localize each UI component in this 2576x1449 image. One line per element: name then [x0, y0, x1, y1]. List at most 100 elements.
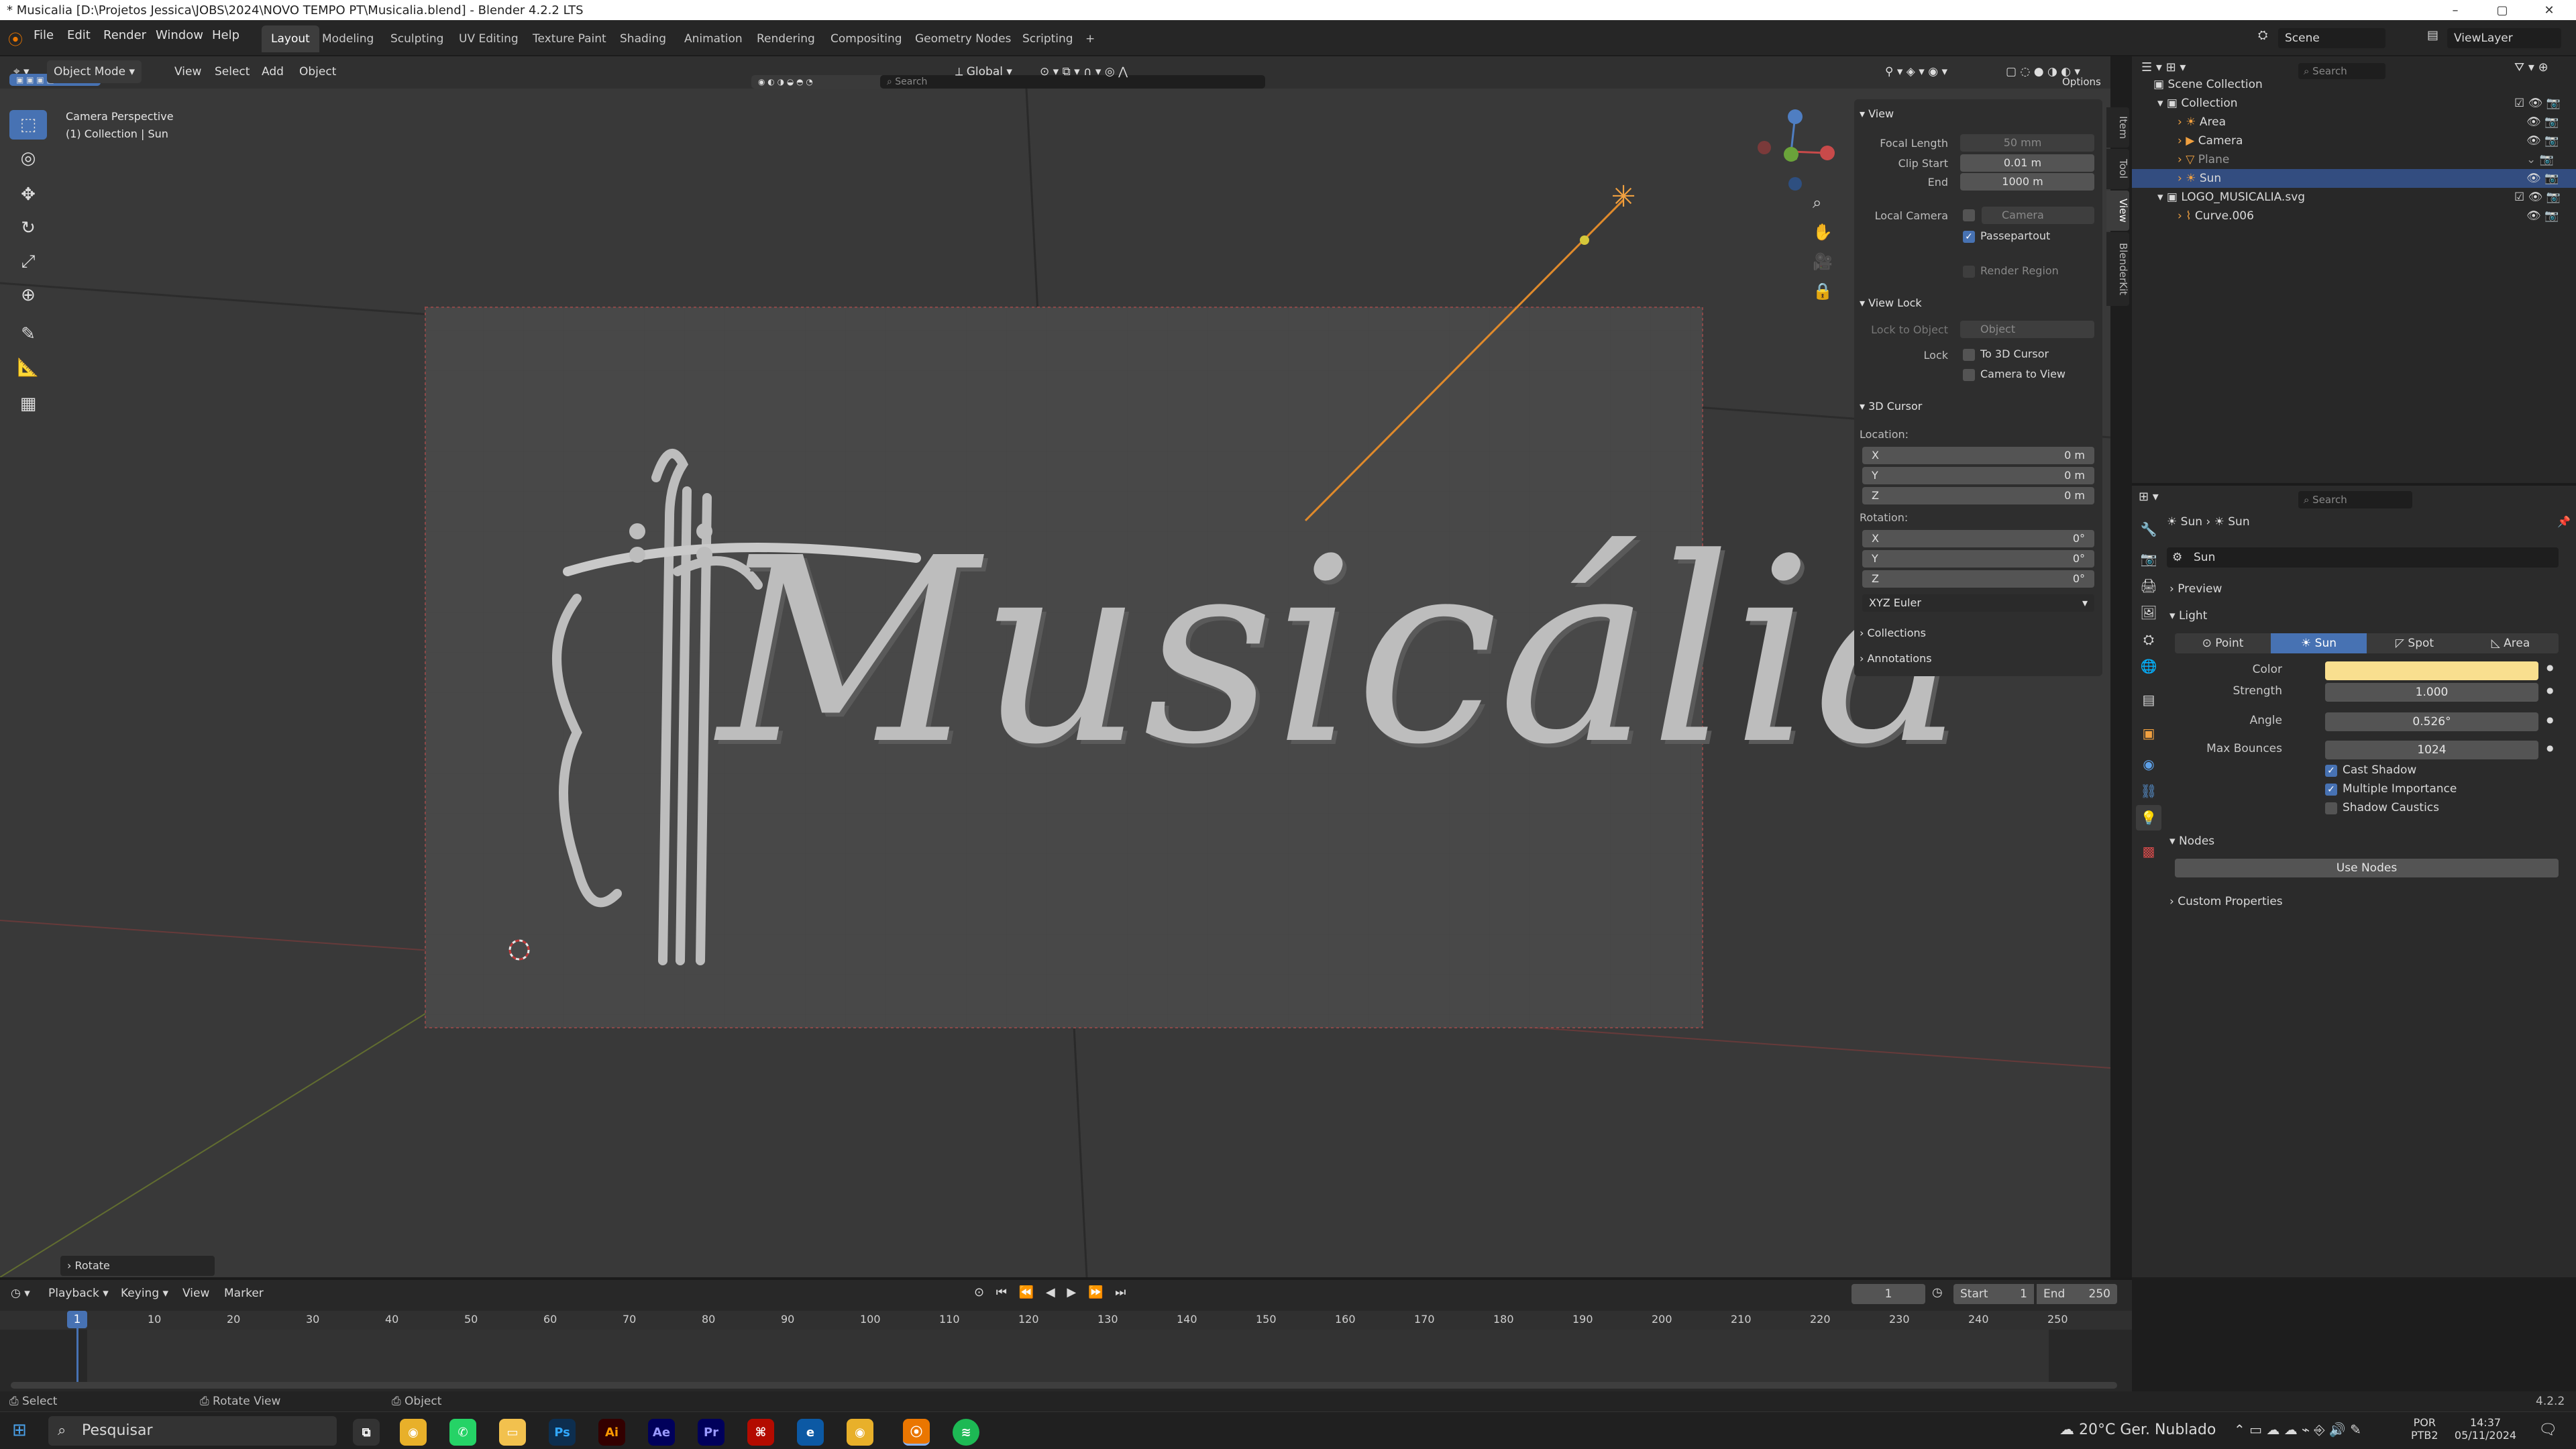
transform-orientation[interactable]: ⟂ Global ▾: [949, 60, 1019, 83]
light-type-sun[interactable]: ☀ Sun: [2271, 633, 2367, 653]
timeline-scrollbar[interactable]: [11, 1382, 2117, 1389]
texture-tab-icon[interactable]: ▩: [2136, 839, 2161, 864]
cursor-rotation-z[interactable]: Z 0°: [1862, 570, 2094, 588]
visibility-icon[interactable]: 👁 📷: [2526, 207, 2559, 225]
use-nodes-button[interactable]: Use Nodes: [2175, 859, 2559, 877]
viewport-overlay-icons[interactable]: ◉ ◐ ◑ ◒ ◓ ◔: [751, 75, 885, 89]
rotation-mode-dropdown[interactable]: XYZ Euler ▾: [1862, 594, 2094, 612]
menu-file[interactable]: File: [34, 28, 54, 42]
pan-hand-icon[interactable]: ✋: [1813, 223, 1833, 241]
move-tool-icon[interactable]: ✥: [9, 180, 47, 209]
menu-help[interactable]: Help: [212, 28, 239, 42]
notifications-icon[interactable]: 🗨: [2538, 1421, 2557, 1438]
outliner-editor-icon[interactable]: ☰ ▾ ⊞ ▾: [2141, 60, 2186, 74]
options-button[interactable]: Options: [2055, 75, 2108, 89]
keyframe-dot-icon[interactable]: ●: [2546, 686, 2553, 695]
shadow-caustics-checkbox[interactable]: [2325, 802, 2337, 814]
cursor-rotation-y[interactable]: Y 0°: [1862, 550, 2094, 568]
pin-icon[interactable]: 📌: [2557, 515, 2571, 528]
menu-window[interactable]: Window: [156, 28, 203, 42]
playback-controls[interactable]: ⊙ ⏮ ⏪ ◀ ▶ ⏩ ⏭: [974, 1285, 1130, 1299]
mode-selector[interactable]: Object Mode ▾: [47, 60, 142, 83]
strength-field[interactable]: 1.000: [2325, 683, 2538, 702]
passepartout-checkbox[interactable]: ✓: [1963, 231, 1975, 243]
frame-range-area[interactable]: [87, 1330, 2049, 1383]
custom-properties-section-header[interactable]: › Custom Properties: [2169, 895, 2283, 908]
nodes-section-header[interactable]: ▾ Nodes: [2169, 835, 2214, 848]
last-operator-panel[interactable]: › Rotate: [60, 1256, 215, 1276]
start-frame-field[interactable]: Start 1: [1953, 1284, 2034, 1304]
light-color-swatch[interactable]: [2325, 661, 2538, 680]
annotate-tool-icon[interactable]: ✎: [9, 319, 47, 349]
maximize-button[interactable]: ▢: [2482, 0, 2522, 20]
minimize-button[interactable]: –: [2435, 0, 2475, 20]
task-view-icon[interactable]: ⧉: [353, 1419, 380, 1446]
blender-taskbar-icon[interactable]: ⦿: [903, 1419, 930, 1446]
scene-collection-row[interactable]: ▣ Scene Collection: [2132, 75, 2576, 94]
illustrator-icon[interactable]: Ai: [598, 1419, 625, 1446]
scene-tab-icon[interactable]: ⛭: [2136, 627, 2161, 652]
output-tab-icon[interactable]: 🖨: [2136, 573, 2161, 598]
cursor-location-z[interactable]: Z0 m: [1862, 487, 2094, 504]
local-camera-checkbox[interactable]: [1963, 209, 1975, 221]
object-tab-icon[interactable]: ▣: [2136, 720, 2161, 746]
sidetab-tool[interactable]: Tool: [2106, 149, 2129, 189]
tab-modeling[interactable]: Modeling: [313, 25, 383, 52]
clip-start-field[interactable]: 0.01 m: [1960, 154, 2094, 172]
3d-viewport[interactable]: ✳ Musicália Camera Perspective (1) Colle…: [0, 89, 2110, 1277]
lock-icon[interactable]: 🔒: [1813, 282, 1833, 301]
acrobat-icon[interactable]: ⌘: [747, 1419, 774, 1446]
transform-tool-icon[interactable]: ⊕: [9, 280, 47, 310]
lock-to-object-field[interactable]: Object: [1960, 321, 2094, 338]
timeline-editor-icon[interactable]: ◷ ▾: [11, 1287, 30, 1300]
tool-tab-icon[interactable]: 🔧: [2136, 517, 2161, 542]
scene-selector[interactable]: Scene: [2278, 28, 2385, 48]
menu-marker[interactable]: Marker: [224, 1287, 264, 1300]
menu-render[interactable]: Render: [103, 28, 146, 42]
focal-length-field[interactable]: 50 mm: [1960, 134, 2094, 152]
menu-select[interactable]: Select: [208, 60, 256, 83]
measure-tool-icon[interactable]: 📐: [9, 353, 47, 382]
tab-shading[interactable]: Shading: [610, 25, 676, 52]
keyframe-dot-icon[interactable]: ●: [2546, 715, 2553, 724]
preview-section-header[interactable]: › Preview: [2169, 582, 2222, 596]
visibility-icon[interactable]: ☑ 👁 📷: [2514, 188, 2561, 207]
sidetab-blenderkit[interactable]: BlenderKit: [2106, 232, 2129, 306]
scale-tool-icon[interactable]: ⤢: [9, 247, 47, 276]
tab-animation[interactable]: Animation: [675, 25, 752, 52]
visibility-icon[interactable]: 👁 📷: [2526, 131, 2559, 150]
outliner-row-camera[interactable]: › ▶ Camera 👁 📷: [2132, 131, 2576, 150]
visibility-icon[interactable]: ☑ 👁 📷: [2514, 94, 2561, 113]
clock-icon[interactable]: ◷: [1932, 1285, 1943, 1299]
outliner-row-curve[interactable]: › ⌇ Curve.006 👁 📷: [2132, 207, 2576, 225]
outliner-row-area[interactable]: › ☀ Area 👁 📷: [2132, 113, 2576, 131]
gizmo-toggles-icon[interactable]: ⚲ ▾ ◈ ▾ ◉ ▾: [1878, 60, 1954, 83]
view-layer-tab-icon[interactable]: 🖼: [2136, 600, 2161, 625]
tab-scripting[interactable]: Scripting: [1013, 25, 1083, 52]
cursor-location-x[interactable]: X0 m: [1862, 447, 2094, 464]
pivot-snap-icons[interactable]: ⊙ ▾ ⧉ ▾ ∩ ▾ ◎ ⋀: [1033, 60, 1134, 83]
to-3d-cursor-checkbox[interactable]: [1963, 349, 1975, 361]
outliner-row-plane[interactable]: › ▽ Plane ⌄ 📷: [2132, 150, 2576, 169]
keyframe-dot-icon[interactable]: ●: [2546, 743, 2553, 753]
view-section-header[interactable]: ▾ View: [1860, 107, 1894, 120]
light-section-header[interactable]: ▾ Light: [2169, 609, 2207, 623]
world-tab-icon[interactable]: 🌐: [2136, 653, 2161, 679]
keyboard-language[interactable]: POR PTB2: [2411, 1416, 2438, 1442]
menu-edit[interactable]: Edit: [67, 28, 91, 42]
clock[interactable]: 14:37 05/11/2024: [2449, 1416, 2522, 1442]
cast-shadow-checkbox[interactable]: ✓: [2325, 765, 2337, 777]
weather-icon[interactable]: ☁ 20°C Ger. Nublado: [2059, 1421, 2216, 1438]
view-lock-section-header[interactable]: ▾ View Lock: [1860, 297, 1922, 309]
max-bounces-field[interactable]: 1024: [2325, 741, 2538, 759]
after-effects-icon[interactable]: Ae: [648, 1419, 675, 1446]
tab-sculpting[interactable]: Sculpting: [381, 25, 453, 52]
light-type-point[interactable]: ⊙ Point: [2175, 633, 2271, 653]
playhead[interactable]: 1: [67, 1311, 87, 1328]
render-tab-icon[interactable]: 📷: [2136, 546, 2161, 572]
clip-end-field[interactable]: 1000 m: [1960, 173, 2094, 191]
sidetab-item[interactable]: Item: [2106, 107, 2129, 148]
edge-icon[interactable]: e: [797, 1419, 824, 1446]
filter-icon[interactable]: ⛛ ▾ ⊕: [2514, 60, 2548, 74]
light-type-spot[interactable]: ◸ Spot: [2367, 633, 2463, 653]
